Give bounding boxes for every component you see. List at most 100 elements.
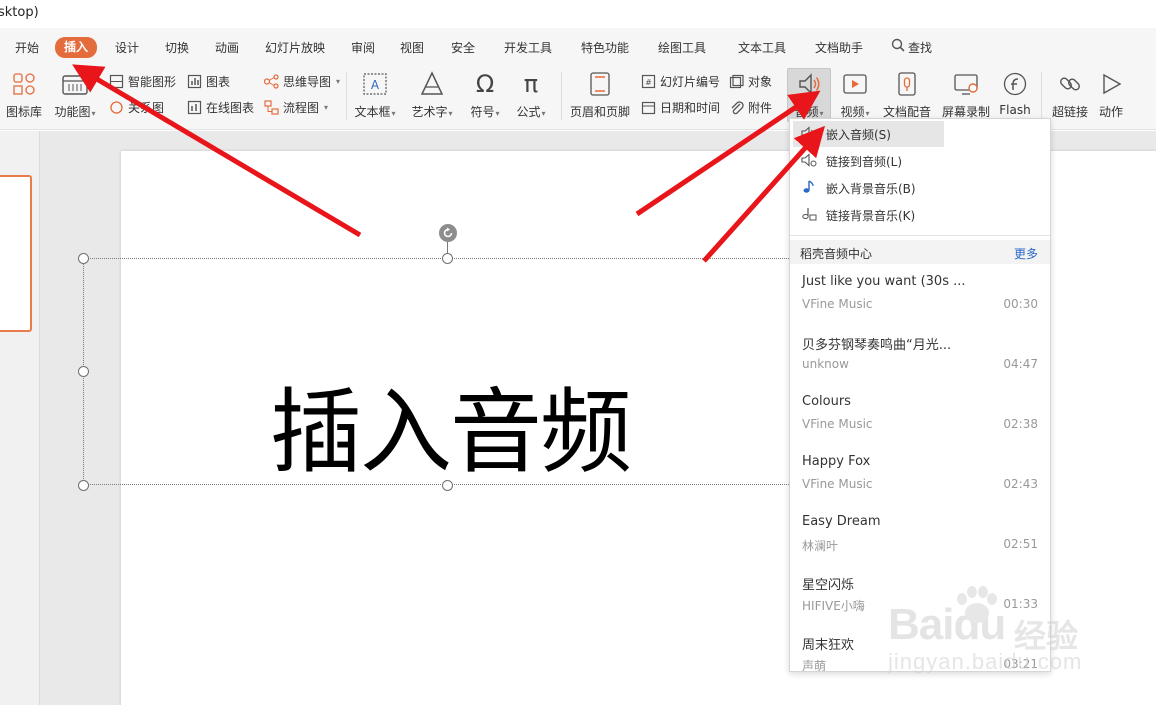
track-artist: VFine Music [802,477,873,491]
tab-text-tools[interactable]: 文本工具 [738,38,786,58]
slide-number-button[interactable]: # 幻灯片编号 [640,71,720,91]
icon-library-button[interactable]: 图标库 [0,69,50,120]
title-bar: sktop) [0,0,1156,28]
track-title: Colours [802,394,851,409]
screen-record-button[interactable]: 屏幕录制 [938,69,994,120]
tab-transition[interactable]: 切换 [165,38,189,58]
track-duration: 02:43 [1003,477,1038,491]
tab-home[interactable]: 开始 [15,38,39,58]
more-link[interactable]: 更多 [1014,245,1038,262]
resize-handle[interactable] [78,366,89,377]
music-link-icon [801,207,817,224]
action-label: 动作 [1098,105,1123,119]
play-icon [1096,69,1126,99]
tab-drawing-tools[interactable]: 绘图工具 [658,38,706,58]
function-chart-button[interactable]: 功能图▾ [49,69,101,120]
header-footer-button[interactable]: 页眉和页脚 [570,69,630,120]
flash-button[interactable]: Flash [990,69,1040,117]
chart-label: 图表 [206,74,231,89]
track-title: Happy Fox [802,454,871,469]
hyperlink-button[interactable]: 超链接 [1045,69,1095,120]
object-button[interactable]: 对象 [728,71,772,91]
function-chart-label: 功能图▾ [54,105,96,119]
track-item[interactable]: 贝多芬钢琴奏鸣曲“月光... unknow 04:47 [790,326,1050,386]
track-artist: unknow [802,357,849,371]
track-artist: HIFIVE小嗨 [802,599,865,613]
resize-handle[interactable] [442,253,453,264]
smart-shape-button[interactable]: 智能图形 [108,71,176,91]
video-icon [840,69,870,99]
embed-background-music-label: 嵌入背景音乐(B) [826,181,916,196]
slide-number-icon: # [640,73,656,89]
track-title: 星空闪烁 [802,578,855,593]
track-duration: 02:51 [1003,537,1038,551]
action-button[interactable]: 动作 [1090,69,1132,120]
resize-handle[interactable] [78,480,89,491]
rotate-handle[interactable] [439,224,457,242]
tab-animation[interactable]: 动画 [215,38,239,58]
wordart-button[interactable]: 艺术字▾ [406,69,458,120]
slide-thumbnail[interactable] [0,175,32,332]
tab-review[interactable]: 审阅 [351,38,375,58]
tab-view[interactable]: 视图 [400,38,424,58]
function-chart-icon [60,69,90,99]
relation-chart-icon [108,99,124,115]
slide-thumbnail-pane [0,131,40,705]
track-title: 周末狂欢 [802,638,855,653]
speaker-icon [801,125,817,143]
search-icon [891,38,905,58]
track-item[interactable]: Happy Fox VFine Music 02:43 [790,446,1050,506]
chart-button[interactable]: 图表 [186,71,230,91]
doc-dubbing-button[interactable]: 文档配音 [880,69,934,120]
slide-title-text[interactable]: 插入音频 [270,358,632,491]
speaker-icon [794,69,824,99]
track-artist: 声萌 [802,659,827,672]
date-time-label: 日期和时间 [660,100,721,115]
tab-design[interactable]: 设计 [115,38,139,58]
track-item[interactable]: Easy Dream 林澜叶 02:51 [790,506,1050,566]
link-audio-item[interactable]: 链接到音频(L) [793,148,1045,174]
resize-handle[interactable] [78,253,89,264]
track-item[interactable]: Just like you want (30s ... VFine Music … [790,266,1050,326]
screen-record-icon [951,69,981,99]
formula-button[interactable]: π 公式▾ [505,69,557,120]
tab-slideshow[interactable]: 幻灯片放映 [265,38,325,58]
link-background-music-item[interactable]: 链接背景音乐(K) [793,202,1045,228]
date-time-button[interactable]: 日期和时间 [640,97,720,117]
search-tab[interactable]: 查找 [891,38,932,58]
svg-text:A: A [371,78,380,92]
textbox-button[interactable]: A 文本框▾ [349,69,401,120]
tab-insert[interactable]: 插入 [55,37,98,58]
relation-chart-button[interactable]: 关系图 [108,97,164,117]
menu-bar: 开始 插入 设计 切换 动画 幻灯片放映 审阅 视图 安全 开发工具 特色功能 … [0,28,1156,66]
paperclip-icon [728,99,744,115]
flowchart-button[interactable]: 流程图 ▾ [263,97,328,117]
link-background-music-label: 链接背景音乐(K) [826,208,916,223]
ribbon-separator [346,72,347,120]
ribbon-separator [561,72,562,120]
video-button[interactable]: 视频▾ [832,69,878,120]
object-label: 对象 [748,74,773,89]
tab-doc-assistant[interactable]: 文档助手 [815,38,863,58]
mind-map-label: 思维导图 [283,74,332,89]
ribbon-separator [1041,72,1042,120]
textbox-label: 文本框▾ [354,105,396,119]
mind-map-button[interactable]: 思维导图 ▾ [263,71,340,91]
tab-features[interactable]: 特色功能 [581,38,629,58]
track-duration: 02:38 [1003,417,1038,431]
online-chart-button[interactable]: 在线图表 [186,97,254,117]
track-title: 贝多芬钢琴奏鸣曲“月光... [802,338,952,353]
audio-button[interactable]: 音频▾ [787,68,831,122]
tab-security[interactable]: 安全 [451,38,475,58]
tab-developer[interactable]: 开发工具 [504,38,552,58]
flash-icon [1000,69,1030,99]
link-audio-label: 链接到音频(L) [826,154,903,169]
embed-audio-item[interactable]: 嵌入音频(S) [793,121,944,147]
symbol-label: 符号▾ [470,105,500,119]
symbol-button[interactable]: Ω 符号▾ [459,69,511,120]
track-duration: 04:47 [1003,357,1038,371]
track-item[interactable]: Colours VFine Music 02:38 [790,386,1050,446]
attachment-button[interactable]: 附件 [728,97,772,117]
embed-background-music-item[interactable]: 嵌入背景音乐(B) [793,175,1045,201]
flowchart-icon [263,99,279,115]
